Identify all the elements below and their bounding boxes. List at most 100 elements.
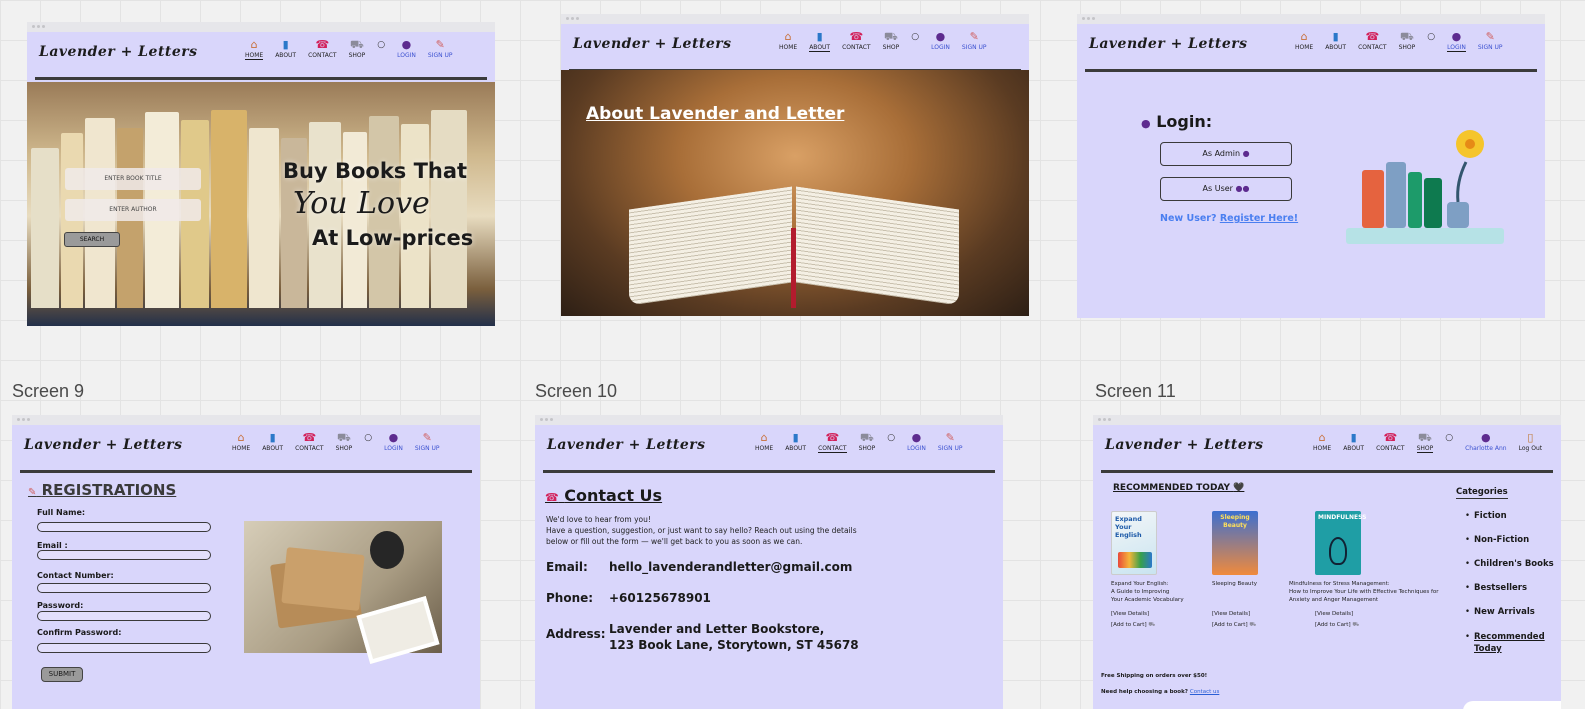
view-details-link[interactable]: [View Details]: [1315, 611, 1353, 617]
address-label: Address:: [546, 627, 606, 641]
nav-user-profile[interactable]: ● Charlotte Ann: [1465, 431, 1507, 453]
house-icon: ⌂: [250, 38, 258, 51]
nav-contact[interactable]: ☎ CONTACT: [295, 431, 323, 452]
nav-shop[interactable]: ⛟ SHOP: [336, 431, 353, 452]
cart-icon: ⛟: [1249, 622, 1257, 628]
hero-headline-1: Buy Books That: [283, 159, 468, 183]
email-value[interactable]: hello_lavenderandletter@gmail.com: [609, 560, 852, 574]
contact-number-input[interactable]: [37, 583, 211, 593]
brand-logo[interactable]: Lavender + Letters: [1089, 36, 1248, 52]
navbar: Lavender + Letters ⌂ HOME ▮ ABOUT ☎ CONTACT…: [27, 32, 495, 80]
nav-about[interactable]: ▮ ABOUT: [262, 431, 283, 452]
register-link[interactable]: Register Here!: [1220, 213, 1298, 224]
author-input[interactable]: ENTER AUTHOR: [65, 199, 201, 221]
hero-books-image: ENTER BOOK TITLE ENTER AUTHOR SEARCH Buy…: [27, 82, 495, 326]
book-title-input[interactable]: ENTER BOOK TITLE: [65, 168, 201, 190]
nav-shop[interactable]: ⛟ SHOP: [859, 431, 876, 453]
confirm-password-input[interactable]: [37, 643, 211, 653]
nav-signup[interactable]: ✎ SIGN UP: [938, 431, 963, 453]
brand-logo[interactable]: Lavender + Letters: [547, 437, 706, 453]
submit-button[interactable]: SUBMIT: [41, 667, 83, 682]
nav-contact[interactable]: ☎ CONTACT: [1376, 431, 1404, 453]
register-prompt: New User? Register Here!: [1160, 213, 1299, 224]
full-name-label: Full Name:: [37, 508, 86, 517]
phone-value[interactable]: +60125678901: [609, 591, 711, 605]
add-to-cart-link[interactable]: [Add to Cart] ⛟: [1111, 622, 1155, 629]
nav-shop[interactable]: ⛟ SHOP: [883, 30, 900, 52]
nav-contact[interactable]: ☎ CONTACT: [818, 431, 847, 453]
nav-shop[interactable]: ⛟ SHOP: [349, 38, 366, 60]
nav-login[interactable]: ● LOGIN: [384, 431, 403, 452]
brand-logo[interactable]: Lavender + Letters: [1105, 437, 1264, 453]
book-icon: ▮: [269, 431, 276, 444]
category-fiction[interactable]: Fiction: [1465, 511, 1507, 521]
full-name-input[interactable]: [37, 522, 211, 532]
hero-headline-2: You Love: [293, 186, 430, 221]
nav-about[interactable]: ▮ ABOUT: [785, 431, 806, 453]
nav-about[interactable]: ▮ ABOUT: [1343, 431, 1364, 453]
nav-search[interactable]: ○: [887, 431, 895, 453]
nav-signup[interactable]: ✎ SIGN UP: [428, 38, 453, 60]
nav-shop[interactable]: ⛟ SHOP: [1399, 30, 1416, 52]
nav-home[interactable]: ⌂ HOME: [1295, 30, 1313, 52]
nav-search[interactable]: ○: [1445, 431, 1453, 453]
nav-search[interactable]: ○: [1427, 30, 1435, 52]
nav-signup[interactable]: ✎ SIGN UP: [1478, 30, 1503, 52]
nav-search[interactable]: ○: [911, 30, 919, 52]
nav-home[interactable]: ⌂ HOME: [1313, 431, 1331, 453]
nav-search[interactable]: ○: [377, 38, 385, 60]
cart-icon: ⛟: [1417, 431, 1432, 444]
open-book-image: About Lavender and Letter: [561, 70, 1029, 316]
nav-divider: [543, 470, 995, 473]
nav-login[interactable]: ● LOGIN: [1447, 30, 1466, 52]
add-to-cart-link[interactable]: [Add to Cart] ⛟: [1212, 622, 1256, 629]
category-childrens-books[interactable]: Children's Books: [1465, 559, 1554, 569]
pen-icon: ✎: [422, 431, 432, 444]
nav-links: ⌂ HOME ▮ ABOUT ☎ CONTACT ⛟ SHOP ○ ● LOGIN ✎ SI…: [779, 30, 987, 52]
category-recommended-today[interactable]: Recommended Today: [1465, 631, 1545, 655]
add-to-cart-link[interactable]: [Add to Cart] ⛟: [1315, 622, 1359, 629]
nav-contact[interactable]: ☎ CONTACT: [1358, 30, 1386, 52]
user-icon: ●: [1451, 30, 1462, 43]
login-as-user-button[interactable]: As User ●●: [1160, 177, 1292, 201]
nav-search[interactable]: ○: [364, 431, 372, 452]
view-details-link[interactable]: [View Details]: [1111, 611, 1149, 617]
contact-intro: We'd love to hear from you! Have a quest…: [546, 515, 857, 546]
search-button[interactable]: SEARCH: [64, 232, 120, 247]
login-as-admin-button[interactable]: As Admin ●: [1160, 142, 1292, 166]
nav-shop[interactable]: ⛟ SHOP: [1416, 431, 1434, 453]
book-cover-mindfulness[interactable]: MINDFULNESS: [1315, 511, 1367, 575]
password-input[interactable]: [37, 611, 211, 621]
view-details-link[interactable]: [View Details]: [1212, 611, 1250, 617]
nav-about[interactable]: ▮ ABOUT: [275, 38, 296, 60]
nav-login[interactable]: ● LOGIN: [397, 38, 416, 60]
category-new-arrivals[interactable]: New Arrivals: [1465, 607, 1535, 617]
category-bestsellers[interactable]: Bestsellers: [1465, 583, 1527, 593]
nav-about[interactable]: ▮ ABOUT: [809, 30, 831, 52]
nav-login[interactable]: ● LOGIN: [931, 30, 950, 52]
category-non-fiction[interactable]: Non-Fiction: [1465, 535, 1529, 545]
contact-us-link[interactable]: Contact us: [1190, 689, 1220, 695]
book-cover-expand-english[interactable]: Expand Your English: [1111, 511, 1157, 575]
pen-icon: ✎: [435, 38, 445, 51]
nav-contact[interactable]: ☎ CONTACT: [308, 38, 336, 60]
brand-logo[interactable]: Lavender + Letters: [39, 44, 198, 60]
nav-signup[interactable]: ✎ SIGN UP: [962, 30, 987, 52]
brand-logo[interactable]: Lavender + Letters: [573, 36, 732, 52]
nav-home[interactable]: ⌂ HOME: [755, 431, 773, 453]
nav-contact[interactable]: ☎ CONTACT: [842, 30, 870, 52]
nav-home[interactable]: ⌂ HOME: [232, 431, 250, 452]
book-icon: ▮: [1332, 30, 1339, 43]
brand-logo[interactable]: Lavender + Letters: [24, 437, 183, 453]
nav-logout[interactable]: ▯ Log Out: [1519, 431, 1543, 453]
nav-home[interactable]: ⌂ HOME: [779, 30, 797, 52]
cart-icon: ⛟: [349, 38, 364, 51]
nav-about[interactable]: ▮ ABOUT: [1325, 30, 1346, 52]
nav-login[interactable]: ● LOGIN: [907, 431, 926, 453]
phone-icon: ☎: [825, 431, 840, 444]
book-cover-sleeping-beauty[interactable]: Sleeping Beauty: [1212, 511, 1258, 575]
email-input[interactable]: [37, 550, 211, 560]
nav-signup[interactable]: ✎ SIGN UP: [415, 431, 440, 452]
nav-home[interactable]: ⌂ HOME: [245, 38, 264, 60]
book-title-sleeping-beauty: Sleeping Beauty: [1212, 581, 1257, 587]
